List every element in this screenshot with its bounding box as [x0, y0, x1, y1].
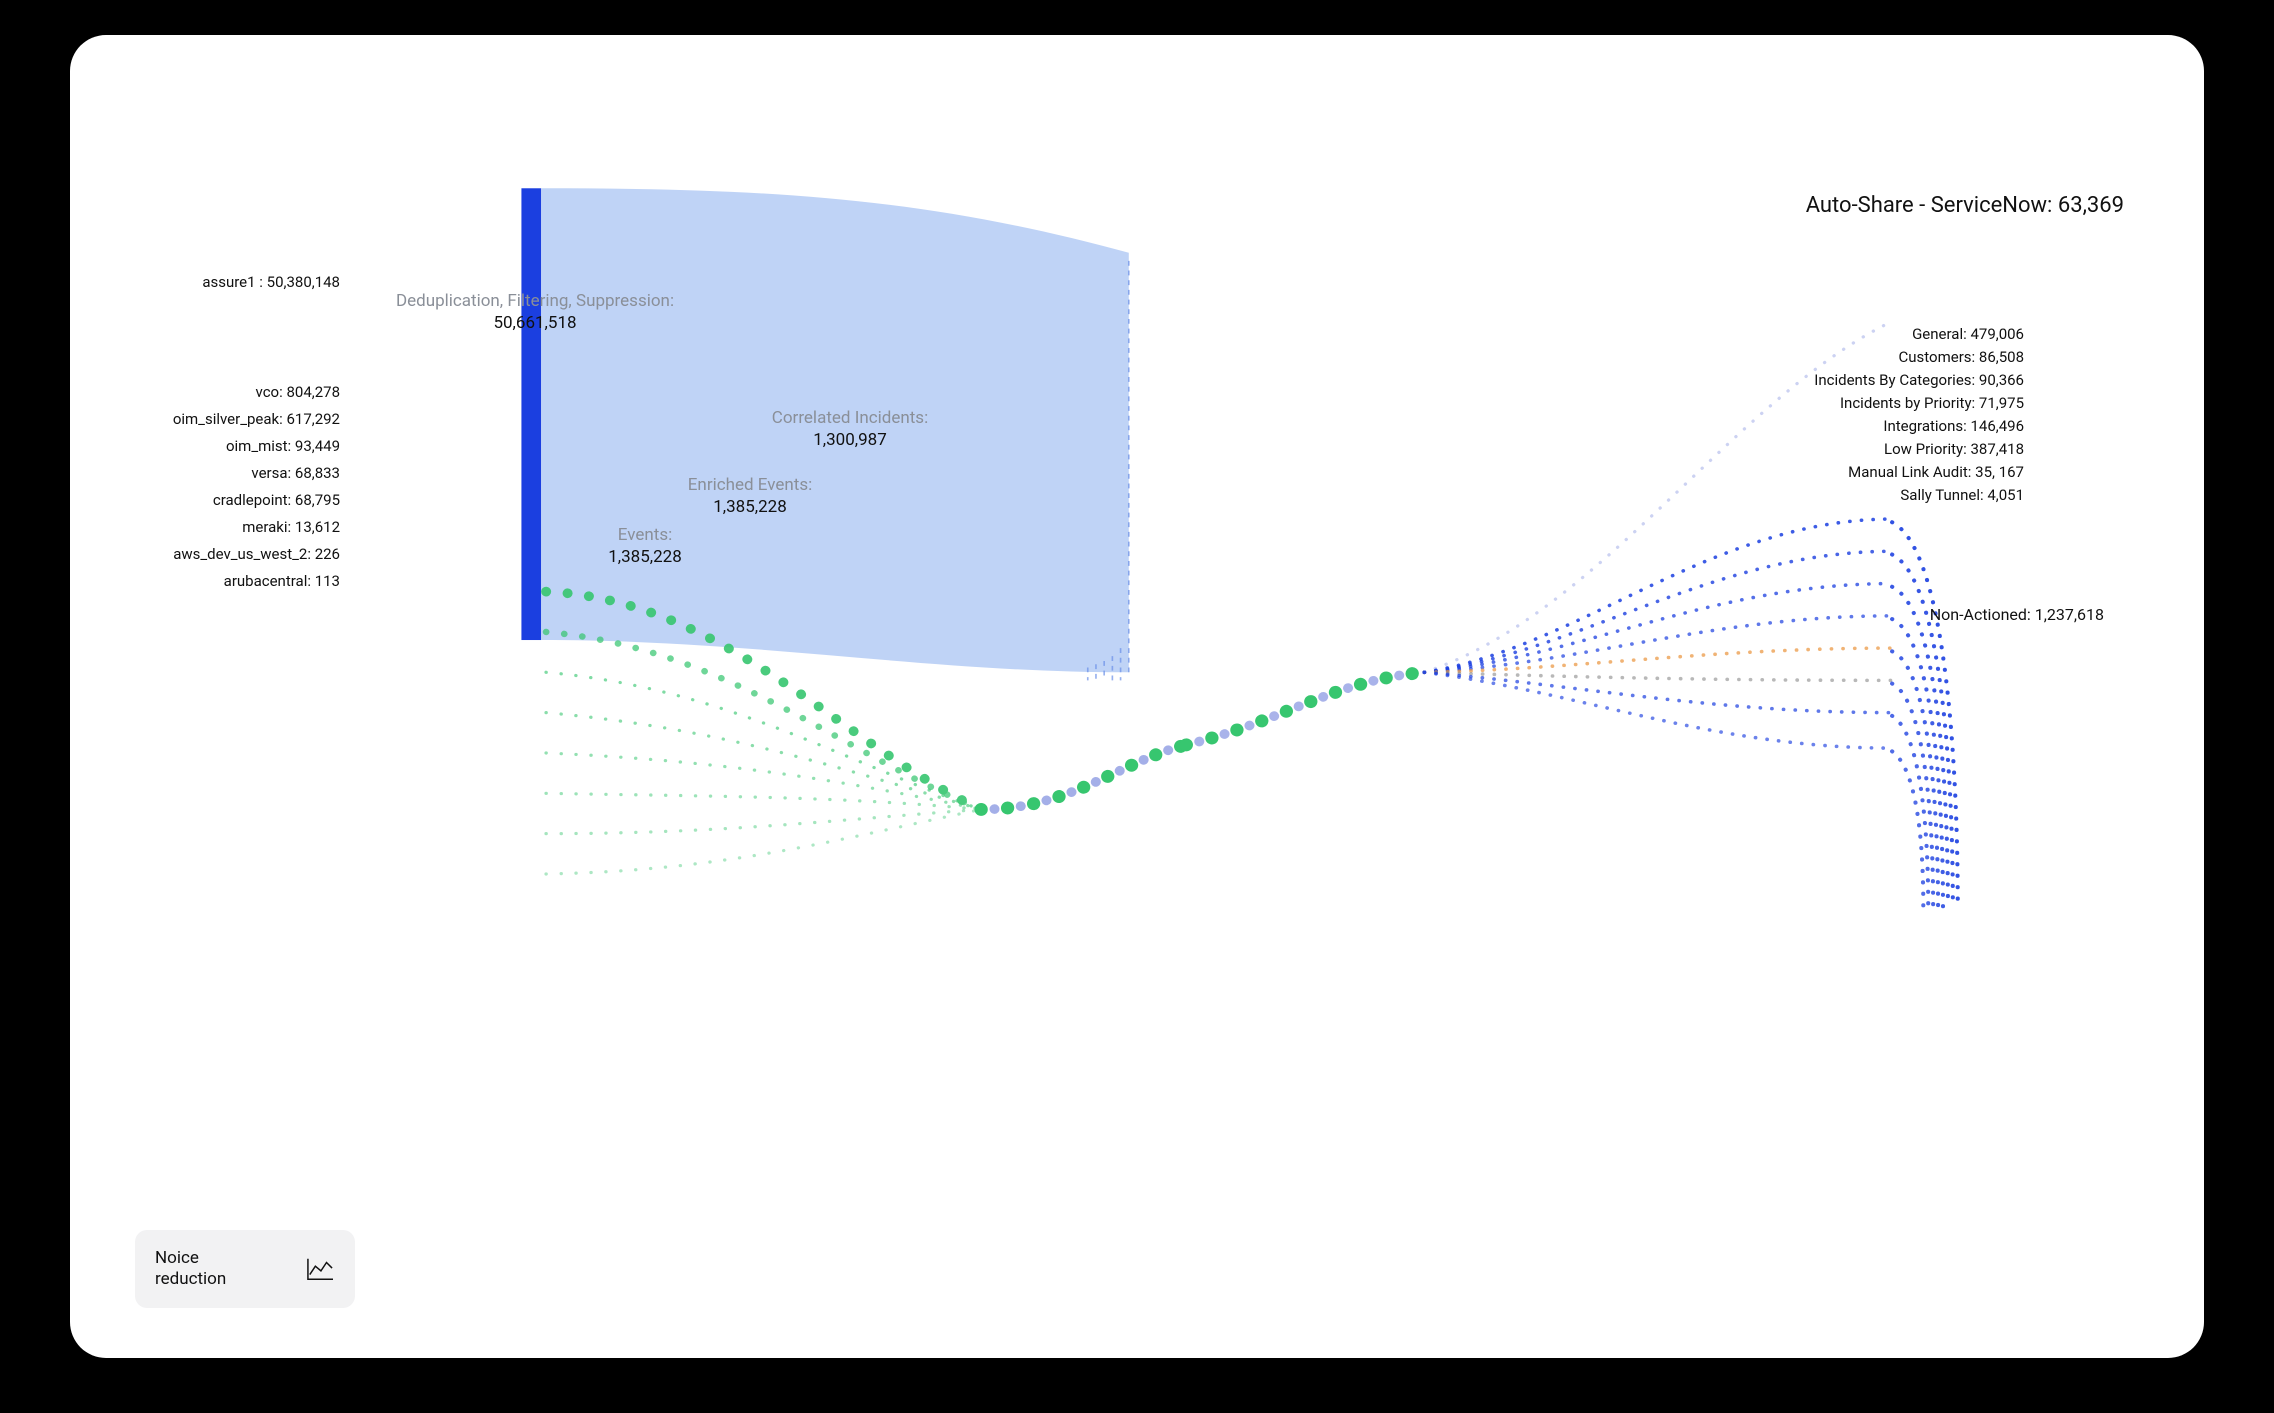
- dest-label-sally-tunnel: Sally Tunnel: 4,051: [1900, 486, 2024, 504]
- dest-label-incidents-categories: Incidents By Categories: 90,366: [1814, 371, 2024, 389]
- dest-label-nonactioned: Non-Actioned: 1,237,618: [1930, 605, 2104, 624]
- dest-label-general: General: 479,006: [1912, 325, 2024, 343]
- noise-reduction-card[interactable]: Noice reduction: [135, 1230, 355, 1308]
- noise-reduction-line1: Noice: [155, 1248, 199, 1268]
- dest-label-incidents-priority: Incidents by Priority: 71,975: [1840, 394, 2024, 412]
- line-chart-icon: [305, 1256, 335, 1282]
- dest-label-low-priority: Low Priority: 387,418: [1884, 440, 2024, 458]
- sankey-chart: assure1 : 50,380,148 vco: 804,278 oim_si…: [70, 35, 2204, 1358]
- dest-label-integrations: Integrations: 146,496: [1883, 417, 2024, 435]
- dest-label-manual-link-audit: Manual Link Audit: 35, 167: [1848, 463, 2024, 481]
- dest-label-customers: Customers: 86,508: [1899, 348, 2024, 366]
- noise-reduction-line2: reduction: [155, 1269, 226, 1289]
- noise-reduction-title: Noice reduction: [155, 1248, 226, 1291]
- dest-labels: General: 479,006 Customers: 86,508 Incid…: [70, 35, 2204, 1358]
- chart-card: assure1 : 50,380,148 vco: 804,278 oim_si…: [70, 35, 2204, 1358]
